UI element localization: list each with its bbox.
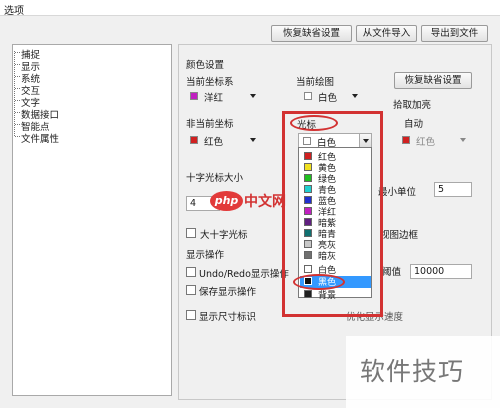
window-title: 选项 (4, 6, 24, 17)
tree-item-file-properties[interactable]: 文件属性 (14, 131, 59, 145)
current-coord-value: 洋红 (204, 93, 224, 104)
current-draw-value: 白色 (318, 93, 338, 104)
magenta-swatch-icon (190, 92, 198, 100)
non-current-coord-combo[interactable]: 红色 (186, 133, 260, 149)
big-cross-label: 大十字光标 (200, 230, 248, 241)
category-tree[interactable]: 捕捉 显示 系统 交互 文字 数据接口 智能点 文件属性 (12, 44, 172, 396)
display-ops-title: 显示操作 (186, 250, 225, 261)
auto-label: 自动 (404, 119, 424, 130)
view-border-label: 视图边框 (380, 230, 419, 241)
current-coord-label: 当前坐标系 (186, 77, 234, 88)
annotation-cursor-oval (290, 115, 338, 131)
red-swatch-icon (402, 136, 410, 144)
current-draw-label: 当前绘图 (296, 77, 335, 88)
non-current-coord-label: 非当前坐标 (186, 119, 234, 130)
title-bar: 选项 (0, 0, 500, 17)
cursor-size-label: 十字光标大小 (186, 173, 244, 184)
min-unit-label: 最小单位 (378, 187, 417, 198)
show-size-label: 显示尺寸标识 (199, 312, 257, 323)
threshold-input[interactable]: 10000 (410, 264, 472, 279)
color-settings-title: 颜色设置 (186, 60, 225, 71)
export-to-file-button[interactable]: 导出到文件 (421, 25, 488, 42)
color-restore-defaults-button[interactable]: 恢复缺省设置 (394, 72, 472, 89)
save-display-checkbox[interactable] (186, 285, 196, 295)
corner-watermark: 软件技巧 (346, 336, 500, 408)
corner-watermark-text: 软件技巧 (360, 357, 465, 386)
big-cross-checkbox[interactable] (186, 228, 196, 238)
show-size-checkbox[interactable] (186, 310, 196, 320)
pick-highlight-label: 拾取加亮 (393, 100, 432, 111)
non-current-coord-value: 红色 (204, 137, 224, 148)
min-unit-input[interactable]: 5 (434, 182, 472, 197)
save-display-label: 保存显示操作 (199, 287, 257, 298)
highlight-color-value: 红色 (416, 137, 436, 148)
annotation-black-oval (293, 274, 345, 290)
white-swatch-icon (304, 92, 312, 100)
highlight-color-combo: 红色 (398, 133, 470, 149)
restore-defaults-button[interactable]: 恢复缺省设置 (271, 25, 352, 42)
chevron-down-icon (250, 138, 256, 142)
undo-redo-label: Undo/Redo显示操作 (199, 269, 289, 280)
chevron-down-icon (460, 138, 466, 142)
undo-redo-checkbox[interactable] (186, 267, 196, 277)
import-from-file-button[interactable]: 从文件导入 (356, 25, 417, 42)
php-cn-watermark: 中文网 (244, 194, 286, 210)
php-logo: php (210, 191, 243, 211)
chevron-down-icon (250, 94, 256, 98)
current-coord-combo[interactable]: 洋红 (186, 89, 260, 105)
current-draw-combo[interactable]: 白色 (300, 89, 362, 105)
red-swatch-icon (190, 136, 198, 144)
threshold-label: 阈值 (382, 267, 402, 278)
chevron-down-icon (352, 94, 358, 98)
